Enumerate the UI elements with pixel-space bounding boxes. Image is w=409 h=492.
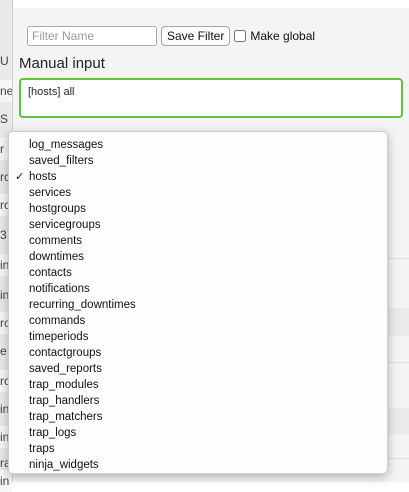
make-global-checkbox-label[interactable]: Make global [234,29,315,43]
dropdown-option-label: recurring_downtimes [29,299,136,311]
dropdown-option-label: saved_filters [29,155,94,167]
dropdown-option-trap-handlers[interactable]: trap_handlers [9,393,387,409]
dropdown-option-label: trap_matchers [29,411,103,423]
dropdown-option-contactgroups[interactable]: contactgroups [9,345,387,361]
dropdown-option-contacts[interactable]: contacts [9,265,387,281]
dropdown-option-commands[interactable]: commands [9,313,387,329]
dropdown-option-label: notifications [29,283,90,295]
dropdown-option-label: services [29,187,72,199]
dropdown-option-notifications[interactable]: notifications [9,281,387,297]
manual-input-heading: Manual input [19,55,105,72]
dropdown-option-label: hosts [29,171,57,183]
background-text-fragment: ne [0,80,12,102]
dropdown-option-trap-modules[interactable]: trap_modules [9,377,387,393]
background-text-fragment: U [0,54,9,68]
dropdown-option-label: contacts [29,267,72,279]
dropdown-option-timeperiods[interactable]: timeperiods [9,329,387,345]
dropdown-option-label: hostgroups [29,203,86,215]
dropdown-option-label: trap_logs [29,427,77,439]
make-global-checkbox[interactable] [234,30,247,42]
filter-toolbar: Save Filter Make global [27,25,315,47]
dropdown-option-hostgroups[interactable]: hostgroups [9,201,387,217]
dropdown-option-trap-matchers[interactable]: trap_matchers [9,409,387,425]
table-select-dropdown[interactable]: log_messages saved_filters ✓ hosts services h… [8,131,388,474]
dropdown-option-label: contactgroups [29,347,102,359]
filter-name-input[interactable] [27,26,157,46]
dropdown-option-services[interactable]: services [9,185,387,201]
dropdown-option-label: log_messages [29,139,104,151]
dropdown-option-ninja-widgets[interactable]: ninja_widgets [9,457,387,473]
dropdown-option-trap-logs[interactable]: trap_logs [9,425,387,441]
dropdown-option-servicegroups[interactable]: servicegroups [9,217,387,233]
dropdown-option-label: downtimes [29,251,84,263]
dropdown-option-hosts[interactable]: ✓ hosts [9,169,387,185]
dropdown-option-comments[interactable]: comments [9,233,387,249]
dropdown-option-recurring-downtimes[interactable]: recurring_downtimes [9,297,387,313]
dropdown-option-downtimes[interactable]: downtimes [9,249,387,265]
dropdown-option-label: trap_handlers [29,395,100,407]
dropdown-option-log-messages[interactable]: log_messages [9,137,387,153]
dropdown-option-label: ninja_widgets [29,459,99,471]
dropdown-option-label: commands [29,315,86,327]
dropdown-option-label: servicegroups [29,219,101,231]
dropdown-option-label: saved_reports [29,363,102,375]
save-filter-button[interactable]: Save Filter [161,26,231,46]
make-global-label: Make global [250,29,316,43]
background-text-fragment: S [0,112,9,126]
dropdown-option-label: comments [29,235,83,247]
dropdown-option-saved-filters[interactable]: saved_filters [9,153,387,169]
manual-query-textarea[interactable]: [hosts] all [19,78,403,118]
checkmark-icon: ✓ [15,171,25,183]
dropdown-option-traps[interactable]: traps [9,441,387,457]
dropdown-option-label: traps [29,443,55,455]
dropdown-option-label: timeperiods [29,331,89,343]
dropdown-option-saved-reports[interactable]: saved_reports [9,361,387,377]
dropdown-option-label: trap_modules [29,379,99,391]
